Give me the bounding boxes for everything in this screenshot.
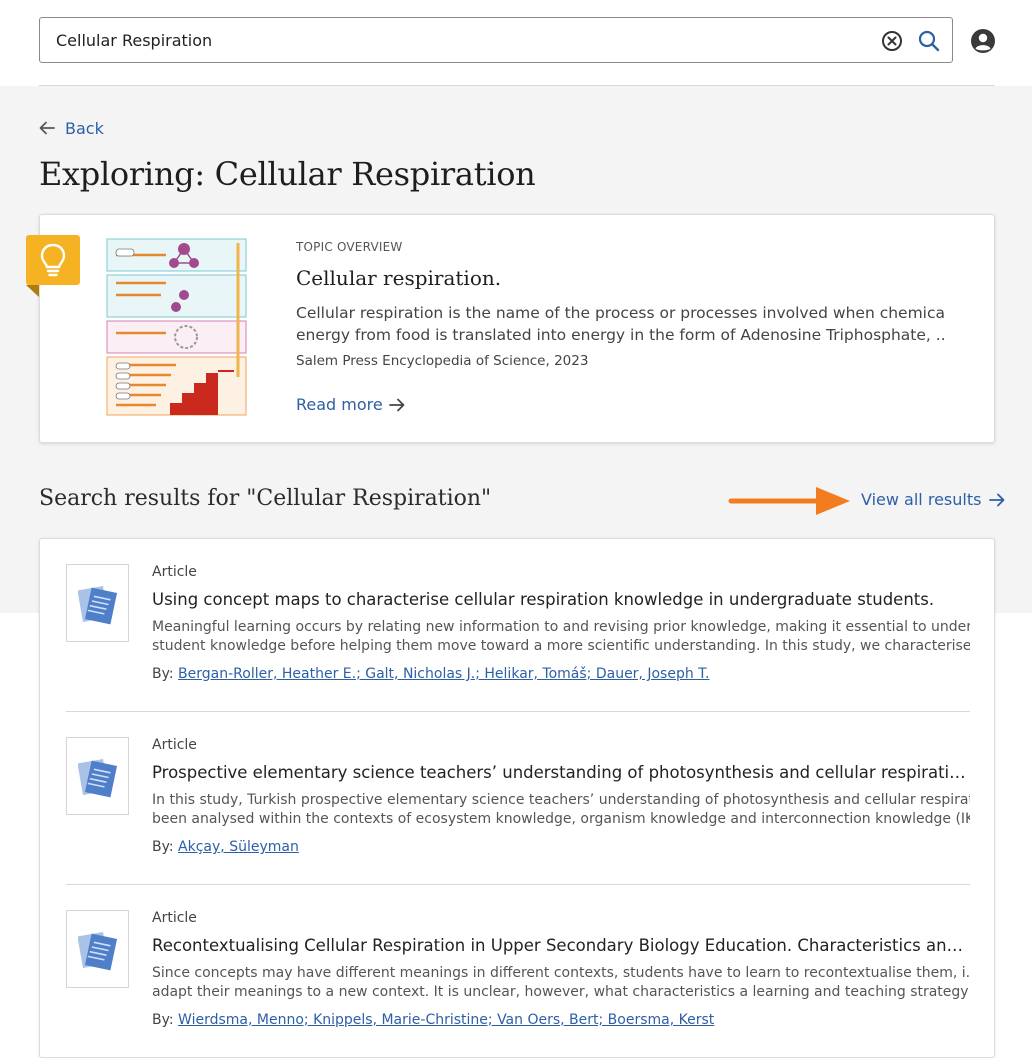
lightbulb-icon (26, 235, 80, 297)
annotation-arrow (728, 487, 850, 515)
search-icon[interactable] (917, 29, 941, 53)
document-icon[interactable] (66, 737, 129, 815)
result-abstract-line: Since concepts may have different meanin… (152, 965, 970, 981)
topic-description-line: energy from food is translated into ener… (296, 326, 946, 344)
view-all-results-link[interactable]: View all results (861, 490, 1005, 509)
document-icon[interactable] (66, 910, 129, 988)
author-link[interactable]: Akçay, Süleyman (178, 839, 299, 855)
result-type: Article (152, 737, 197, 753)
document-icon[interactable] (66, 564, 129, 642)
author-link[interactable]: Wierdsma, Menno; Knippels, Marie-Christi… (178, 1012, 714, 1028)
topic-description: Cellular respiration is the name of the … (296, 302, 946, 346)
result-abstract-line: been analysed within the contexts of eco… (152, 811, 970, 827)
result-authors: By: Akçay, Süleyman (152, 839, 299, 855)
result-authors: By: Bergan-Roller, Heather E.; Galt, Nic… (152, 666, 710, 682)
back-link[interactable]: Back (39, 117, 104, 139)
view-all-label: View all results (861, 490, 982, 509)
search-results-heading: Search results for "Cellular Respiration… (39, 486, 492, 511)
result-divider (66, 884, 970, 885)
read-more-label: Read more (296, 395, 383, 414)
search-box (39, 17, 953, 63)
result-abstract: In this study, Turkish prospective eleme… (152, 791, 970, 829)
search-input[interactable] (56, 18, 856, 62)
result-title[interactable]: Using concept maps to characterise cellu… (152, 590, 970, 609)
result-authors: By: Wierdsma, Menno; Knippels, Marie-Chr… (152, 1012, 714, 1028)
arrow-left-icon (39, 121, 55, 135)
cellular-respiration-diagram-thumbnail[interactable] (106, 237, 248, 417)
result-abstract-line: In this study, Turkish prospective eleme… (152, 792, 970, 808)
by-label: By: (152, 839, 174, 855)
result-type: Article (152, 910, 197, 926)
topic-source: Salem Press Encyclopedia of Science, 202… (296, 353, 589, 369)
result-title[interactable]: Recontextualising Cellular Respiration i… (152, 936, 970, 955)
result-type: Article (152, 564, 197, 580)
clear-icon[interactable] (881, 30, 903, 52)
by-label: By: (152, 666, 174, 682)
search-results-panel: Article Using concept maps to characteri… (39, 538, 995, 1058)
topic-overview-label: TOPIC OVERVIEW (296, 240, 403, 254)
arrow-right-icon (388, 398, 405, 411)
user-account-icon[interactable] (970, 28, 996, 54)
result-abstract: Meaningful learning occurs by relating n… (152, 618, 970, 656)
topic-description-line: Cellular respiration is the name of the … (296, 304, 946, 322)
result-divider (66, 711, 970, 712)
result-abstract-line: student knowledge before helping them mo… (152, 638, 970, 654)
back-label: Back (65, 118, 104, 138)
read-more-link[interactable]: Read more (296, 395, 405, 414)
result-title[interactable]: Prospective elementary science teachers’… (152, 763, 970, 782)
topic-title[interactable]: Cellular respiration. (296, 266, 501, 290)
result-abstract-line: Meaningful learning occurs by relating n… (152, 619, 970, 635)
result-abstract: Since concepts may have different meanin… (152, 964, 970, 1002)
author-link[interactable]: Bergan-Roller, Heather E.; Galt, Nichola… (178, 666, 709, 682)
result-abstract-line: adapt their meanings to a new context. I… (152, 984, 970, 1000)
by-label: By: (152, 1012, 174, 1028)
header-divider (39, 85, 995, 86)
arrow-right-icon (989, 493, 1005, 506)
page-title: Exploring: Cellular Respiration (39, 155, 536, 193)
